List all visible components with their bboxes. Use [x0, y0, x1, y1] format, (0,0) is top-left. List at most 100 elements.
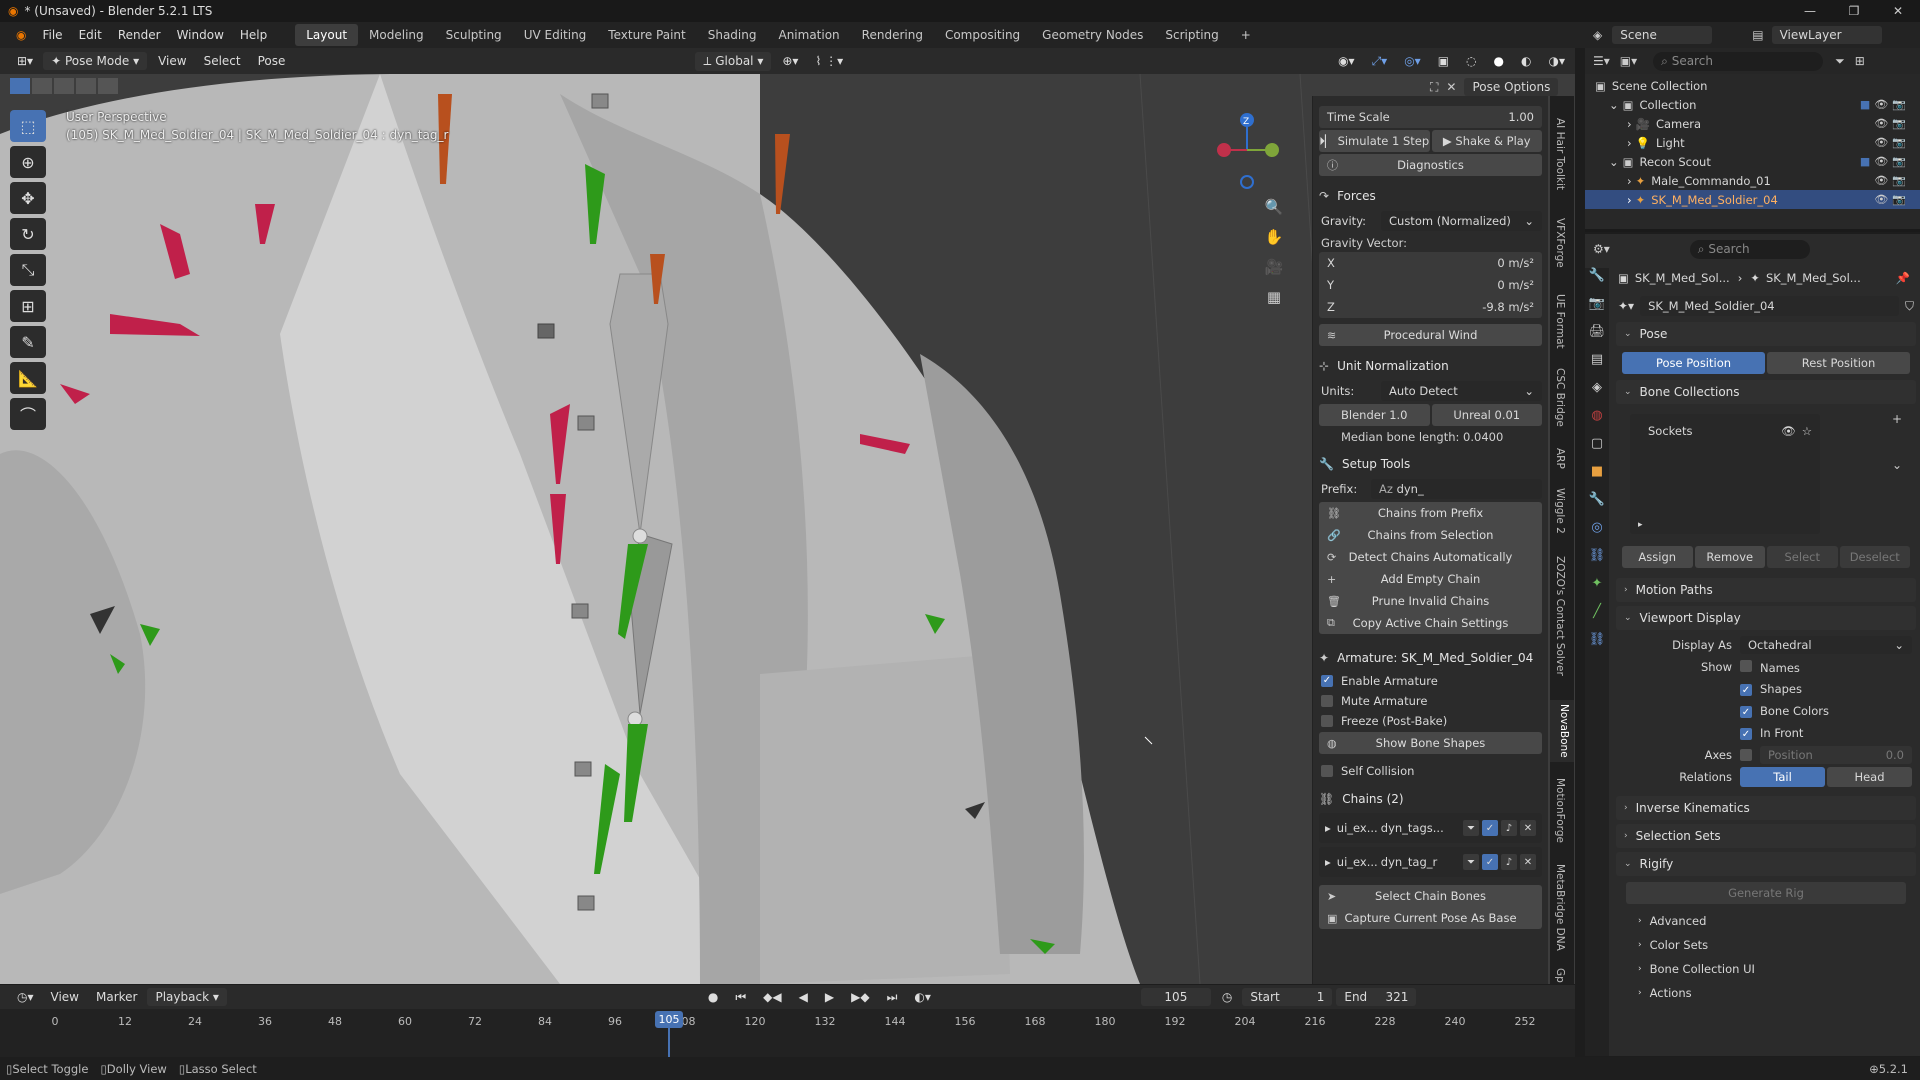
shading-wire-icon[interactable]: ◌ [1459, 52, 1483, 70]
expand-triangle-icon[interactable]: ▸ [1325, 821, 1331, 835]
gizmo-toggle-icon[interactable]: ⤢▾ [1365, 52, 1395, 71]
properties-editor-icon[interactable]: ⚙▾ [1593, 242, 1610, 256]
scale-tool-icon[interactable]: ⤡ [10, 254, 46, 286]
jump-start-icon[interactable]: ⏮ [728, 988, 753, 1007]
chevron-down-icon[interactable]: ⌄ [1892, 458, 1902, 472]
color-sets-subpanel[interactable]: › Color Sets [1616, 934, 1916, 956]
visibility-toggles[interactable]: ■👁📷 [1860, 98, 1910, 111]
zoom-icon[interactable]: 🔍 [1262, 198, 1286, 228]
copy-chain-settings-button[interactable]: ⧉ Copy Active Chain Settings [1319, 612, 1542, 634]
visibility-toggles[interactable]: ■👁📷 [1860, 155, 1910, 168]
breadcrumb-data[interactable]: SK_M_Med_Sol... [1766, 271, 1861, 285]
current-frame-field[interactable]: 105 [1140, 988, 1211, 1006]
star-icon[interactable]: ☆ [1802, 424, 1812, 438]
tab-uv-editing[interactable]: UV Editing [513, 24, 598, 46]
outliner-search[interactable]: ⌕ Search [1653, 51, 1824, 71]
pose-options-dropdown[interactable]: Pose Options [1464, 78, 1559, 96]
tab-texture-paint[interactable]: Texture Paint [597, 24, 696, 46]
output-tab-icon[interactable]: 🖨 [1585, 324, 1609, 352]
menu-help[interactable]: Help [232, 22, 275, 48]
tail-button[interactable]: Tail [1740, 767, 1825, 787]
transform-tool-icon[interactable]: ⊞ [10, 290, 46, 322]
navigation-gizmo[interactable]: Z [1212, 110, 1282, 190]
capture-pose-button[interactable]: ▣ Capture Current Pose As Base [1319, 907, 1542, 929]
expand-triangle-icon[interactable]: ▸ [1638, 520, 1643, 530]
tab-modeling[interactable]: Modeling [358, 24, 435, 46]
outliner-row-scene-collection[interactable]: ▣ Scene Collection [1585, 76, 1920, 95]
visibility-toggles[interactable]: 👁📷 [1874, 117, 1910, 130]
rigify-header[interactable]: ⌄ Rigify [1616, 852, 1916, 876]
snap-icon[interactable]: ⌇ ⋮▾ [808, 52, 850, 70]
blender-unit-button[interactable]: Blender 1.0 [1319, 404, 1430, 426]
end-frame-field[interactable]: End 321 [1336, 988, 1417, 1006]
gravity-z-field[interactable]: Z -9.8 m/s² [1319, 296, 1542, 318]
eye-icon[interactable]: 👁 [1781, 424, 1796, 438]
maximize-icon[interactable]: ❐ [1832, 0, 1876, 22]
record-icon[interactable]: ● [701, 988, 725, 1006]
bone-tool-icon[interactable]: ⌒ [10, 398, 46, 430]
modifier-tab-icon[interactable]: 🔧 [1585, 492, 1609, 520]
unit-normalization-section[interactable]: ⊹ Unit Normalization [1319, 356, 1542, 376]
select-button[interactable]: Select [1767, 546, 1838, 568]
self-collision-checkbox[interactable]: Self Collision [1321, 762, 1540, 779]
bone-constraint-tab-icon[interactable]: ⛓ [1585, 632, 1609, 660]
show-bone-shapes-button[interactable]: ◍ Show Bone Shapes [1319, 732, 1542, 754]
rest-position-button[interactable]: Rest Position [1767, 352, 1910, 374]
advanced-subpanel[interactable]: › Advanced [1616, 910, 1916, 932]
ik-header[interactable]: › Inverse Kinematics [1616, 796, 1916, 820]
prev-key-icon[interactable]: ◆◀ [756, 988, 788, 1006]
mute-armature-checkbox[interactable]: Mute Armature [1321, 692, 1540, 709]
chains-from-prefix-button[interactable]: ⛓ Chains from Prefix [1319, 502, 1542, 524]
view-layer-selector[interactable]: ViewLayer [1771, 26, 1882, 44]
close-x-icon[interactable]: ✕ [1446, 80, 1456, 94]
unreal-unit-button[interactable]: Unreal 0.01 [1431, 404, 1542, 426]
camera-view-icon[interactable]: 🎥 [1262, 258, 1286, 288]
gravity-y-field[interactable]: Y 0 m/s² [1319, 274, 1542, 296]
timeline-menu-playback[interactable]: Playback ▾ [147, 988, 227, 1006]
armature-data-tab-icon[interactable]: ✦ [1585, 576, 1609, 604]
tab-geometry-nodes[interactable]: Geometry Nodes [1031, 24, 1154, 46]
add-collection-icon[interactable]: + [1892, 412, 1902, 426]
select-box-tool-icon[interactable]: ⬚ [10, 110, 46, 142]
outliner-row-male-commando[interactable]: › ✦ Male_Commando_01 👁📷 [1585, 171, 1920, 190]
scene-selector[interactable]: Scene [1612, 26, 1713, 44]
xray-icon[interactable]: ▣ [1431, 52, 1456, 70]
select-chain-bones-button[interactable]: ➤ Select Chain Bones [1319, 885, 1542, 907]
tab-animation[interactable]: Animation [767, 24, 850, 46]
tab-shading[interactable]: Shading [697, 24, 768, 46]
bone-colors-checkbox[interactable]: ✓ Bone Colors [1740, 704, 1912, 719]
orientation-selector[interactable]: ⟂ Global ▾ [695, 51, 772, 71]
remove-x-icon[interactable]: ✕ [1520, 854, 1536, 870]
check-icon[interactable]: ✓ [1482, 854, 1498, 870]
speaker-icon[interactable]: ♪ [1501, 820, 1517, 836]
select-invert-icon[interactable] [76, 78, 96, 94]
menu-edit[interactable]: Edit [71, 22, 110, 48]
menu-render[interactable]: Render [110, 22, 169, 48]
tab-scripting[interactable]: Scripting [1154, 24, 1229, 46]
detect-chains-button[interactable]: ⟳ Detect Chains Automatically [1319, 546, 1542, 568]
add-workspace-icon[interactable]: + [1230, 24, 1262, 46]
overlay-toggle-icon[interactable]: ◎▾ [1397, 52, 1428, 70]
outliner-row-sk-med-soldier[interactable]: › ✦ SK_M_Med_Soldier_04 👁📷 [1585, 190, 1920, 209]
shading-rendered-icon[interactable]: ◑▾ [1542, 52, 1573, 70]
axes-position-field[interactable]: Position 0.0 [1760, 746, 1912, 764]
units-dropdown[interactable]: Auto Detect ⌄ [1381, 381, 1542, 401]
freeze-checkbox[interactable]: Freeze (Post-Bake) [1321, 712, 1540, 729]
pin-icon[interactable]: 📌 [1896, 271, 1910, 285]
new-collection-icon[interactable]: ⊞ [1855, 54, 1865, 68]
pose-panel-header[interactable]: ⌄ Pose [1616, 322, 1916, 346]
outliner-editor-icon[interactable]: ☰▾ [1593, 54, 1610, 68]
chain-row[interactable]: ▸ ui_ex... dyn_tag_r ⏷ ✓ ♪ ✕ [1319, 847, 1542, 877]
timeline-menu-marker[interactable]: Marker [89, 988, 144, 1006]
simulate-step-button[interactable]: ⏵▏ Simulate 1 Step [1319, 130, 1430, 152]
properties-search[interactable]: ⌕ Search [1689, 239, 1810, 259]
collection-tab-icon[interactable]: ▢ [1585, 436, 1609, 464]
scene-tab-icon[interactable]: ◈ [1585, 380, 1609, 408]
keying-icon[interactable]: ◐▾ [907, 988, 938, 1006]
assign-button[interactable]: Assign [1622, 546, 1693, 568]
start-frame-field[interactable]: Start 1 [1242, 988, 1333, 1006]
tab-ai-hair-toolkit[interactable]: AI Hair Toolkit [1554, 118, 1566, 190]
names-checkbox[interactable]: Names [1740, 659, 1912, 675]
shading-solid-icon[interactable]: ● [1487, 52, 1511, 70]
bone-collection-ui-subpanel[interactable]: › Bone Collection UI [1616, 958, 1916, 980]
